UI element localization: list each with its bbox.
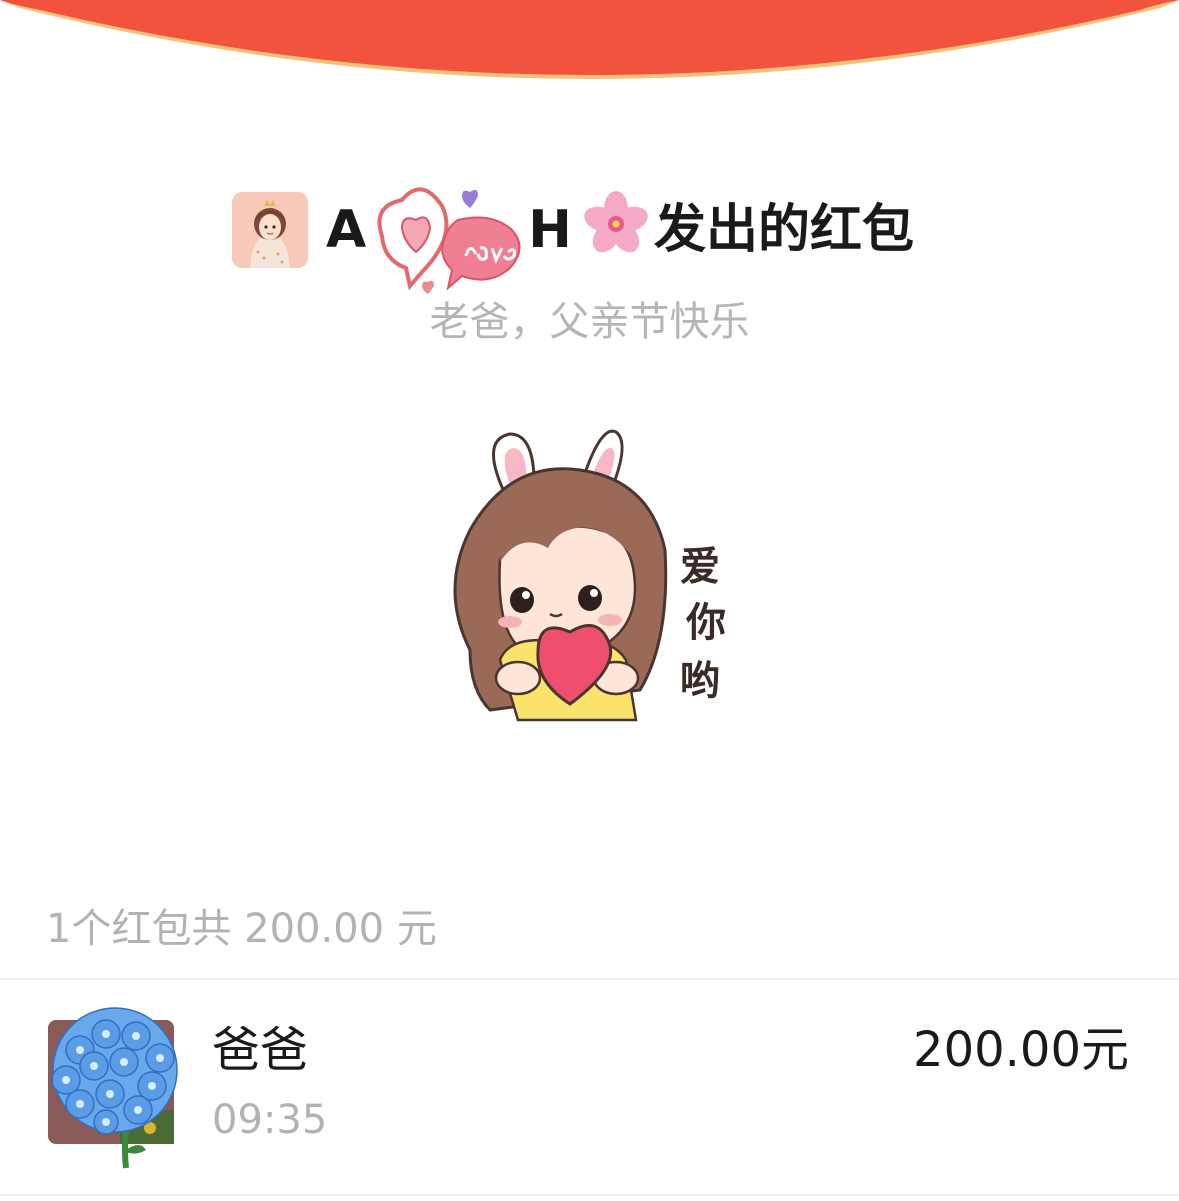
sender-name-end: H	[528, 200, 572, 260]
blue-hydrangea-avatar-icon[interactable]	[40, 1000, 190, 1170]
sticker-text-1: 爱	[680, 544, 720, 590]
receiver-time: 09:35	[212, 1097, 328, 1143]
bottom-divider	[0, 1194, 1179, 1196]
bunny-ears-girl-holding-heart-sticker: 爱 你 哟	[453, 429, 726, 722]
sticker-text-2: 你	[685, 600, 726, 646]
red-packet-header	[0, 0, 1179, 79]
greeting-message: 老爸，父亲节快乐	[429, 299, 750, 345]
love-heart-sticker-icon	[377, 187, 521, 294]
sender-name-start: A	[326, 200, 367, 260]
sender-row: A H 发出的红包	[0, 186, 1179, 294]
cherry-blossom-icon	[584, 191, 648, 253]
receiver-name: 爸爸	[212, 1022, 309, 1078]
packet-summary: 1个红包共 200.00 元	[46, 906, 437, 952]
red-packet-detail-page: A H 发出的红包 老爸，父亲节快乐 爱 你 哟 1个红包共 200.00 元 爸…	[0, 0, 1179, 1201]
receiver-row[interactable]: 爸爸 09:35 200.00元	[0, 990, 1179, 1190]
receiver-amount: 200.00元	[913, 1022, 1129, 1078]
sticker-text-3: 哟	[680, 658, 720, 704]
girl-with-crown-avatar-icon	[232, 192, 308, 268]
sender-avatar[interactable]	[232, 192, 308, 268]
divider	[0, 978, 1179, 980]
sender-suffix: 发出的红包	[654, 200, 915, 260]
